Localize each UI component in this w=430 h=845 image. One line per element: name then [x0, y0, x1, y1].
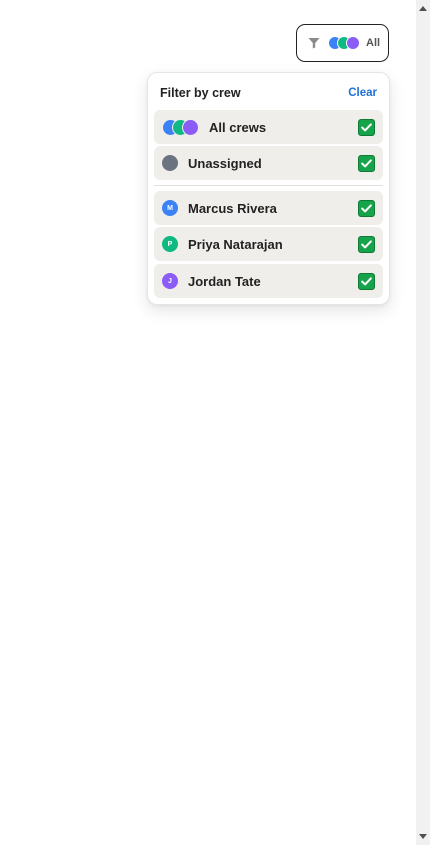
checkmark-icon — [361, 123, 372, 132]
scroll-down-icon[interactable] — [419, 834, 427, 839]
page: All Filter by crew Clear All crews Unass… — [0, 0, 416, 845]
crew-name: Marcus Rivera — [188, 200, 277, 216]
panel-title: Filter by crew — [160, 86, 241, 100]
option-unassigned[interactable]: Unassigned — [154, 146, 383, 180]
clear-button[interactable]: Clear — [348, 87, 377, 99]
avatar — [346, 36, 360, 50]
avatar: J — [162, 273, 178, 289]
checkmark-icon — [361, 204, 372, 213]
checkmark-icon — [361, 240, 372, 249]
crew-filter-label: All — [366, 37, 381, 49]
funnel-icon — [308, 38, 320, 49]
option-crew-priya-natarajan[interactable]: P Priya Natarajan — [154, 227, 383, 261]
panel-header: Filter by crew Clear — [160, 85, 377, 101]
option-crew-jordan-tate[interactable]: J Jordan Tate — [154, 264, 383, 298]
avatar: P — [162, 236, 178, 252]
option-all-crews[interactable]: All crews — [154, 110, 383, 144]
avatar — [182, 118, 199, 136]
option-label: All crews — [209, 119, 267, 135]
crew-filter-panel: Filter by crew Clear All crews Unassigne… — [147, 72, 390, 305]
crew-name: Priya Natarajan — [188, 236, 283, 252]
scroll-up-icon[interactable] — [419, 6, 427, 11]
all-crews-avatar-stack — [162, 118, 199, 136]
checkbox-checked[interactable] — [358, 236, 375, 253]
avatar: M — [162, 200, 178, 216]
unassigned-dot — [162, 155, 178, 171]
crew-filter-button[interactable]: All — [296, 24, 389, 62]
checkbox-checked[interactable] — [358, 155, 375, 172]
trigger-avatar-stack — [328, 36, 360, 50]
option-crew-marcus-rivera[interactable]: M Marcus Rivera — [154, 191, 383, 225]
checkbox-checked[interactable] — [358, 200, 375, 217]
checkmark-icon — [361, 159, 372, 168]
checkmark-icon — [361, 277, 372, 286]
option-label: Unassigned — [188, 155, 262, 171]
vertical-scrollbar[interactable] — [416, 0, 430, 845]
checkbox-checked[interactable] — [358, 119, 375, 136]
checkbox-checked[interactable] — [358, 273, 375, 290]
divider — [154, 185, 383, 186]
crew-name: Jordan Tate — [188, 273, 261, 289]
